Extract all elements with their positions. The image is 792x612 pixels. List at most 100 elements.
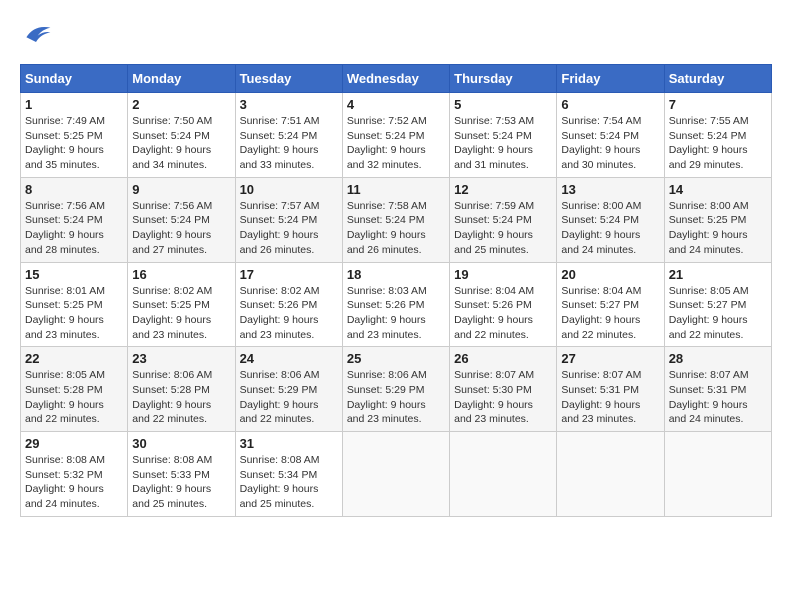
daylight-label: Daylight: 9 hours and 24 minutes. <box>561 229 640 256</box>
sunrise-label: Sunrise: 8:05 AM <box>669 285 749 297</box>
calendar-day-cell: 2 Sunrise: 7:50 AM Sunset: 5:24 PM Dayli… <box>128 93 235 178</box>
sunrise-label: Sunrise: 7:52 AM <box>347 115 427 127</box>
calendar-day-cell: 12 Sunrise: 7:59 AM Sunset: 5:24 PM Dayl… <box>450 177 557 262</box>
calendar-day-cell: 11 Sunrise: 7:58 AM Sunset: 5:24 PM Dayl… <box>342 177 449 262</box>
calendar-day-cell: 16 Sunrise: 8:02 AM Sunset: 5:25 PM Dayl… <box>128 262 235 347</box>
calendar-day-cell: 30 Sunrise: 8:08 AM Sunset: 5:33 PM Dayl… <box>128 432 235 517</box>
sunrise-label: Sunrise: 8:08 AM <box>132 454 212 466</box>
daylight-label: Daylight: 9 hours and 24 minutes. <box>25 483 104 510</box>
calendar-day-cell <box>664 432 771 517</box>
sunset-label: Sunset: 5:24 PM <box>561 214 639 226</box>
day-info: Sunrise: 8:06 AM Sunset: 5:29 PM Dayligh… <box>347 368 445 427</box>
day-info: Sunrise: 7:55 AM Sunset: 5:24 PM Dayligh… <box>669 114 767 173</box>
calendar-day-cell: 28 Sunrise: 8:07 AM Sunset: 5:31 PM Dayl… <box>664 347 771 432</box>
sunrise-label: Sunrise: 8:00 AM <box>561 200 641 212</box>
day-number: 31 <box>240 436 338 451</box>
sunset-label: Sunset: 5:33 PM <box>132 469 210 481</box>
sunrise-label: Sunrise: 8:06 AM <box>347 369 427 381</box>
daylight-label: Daylight: 9 hours and 23 minutes. <box>132 314 211 341</box>
day-info: Sunrise: 8:00 AM Sunset: 5:24 PM Dayligh… <box>561 199 659 258</box>
sunset-label: Sunset: 5:24 PM <box>347 214 425 226</box>
sunrise-label: Sunrise: 7:58 AM <box>347 200 427 212</box>
day-number: 26 <box>454 351 552 366</box>
calendar-day-cell: 1 Sunrise: 7:49 AM Sunset: 5:25 PM Dayli… <box>21 93 128 178</box>
day-info: Sunrise: 8:05 AM Sunset: 5:27 PM Dayligh… <box>669 284 767 343</box>
daylight-label: Daylight: 9 hours and 23 minutes. <box>561 399 640 426</box>
sunrise-label: Sunrise: 7:53 AM <box>454 115 534 127</box>
sunset-label: Sunset: 5:24 PM <box>132 130 210 142</box>
day-info: Sunrise: 7:56 AM Sunset: 5:24 PM Dayligh… <box>132 199 230 258</box>
calendar-day-cell: 10 Sunrise: 7:57 AM Sunset: 5:24 PM Dayl… <box>235 177 342 262</box>
day-number: 9 <box>132 182 230 197</box>
day-info: Sunrise: 8:03 AM Sunset: 5:26 PM Dayligh… <box>347 284 445 343</box>
sunset-label: Sunset: 5:26 PM <box>454 299 532 311</box>
weekday-header: Tuesday <box>235 65 342 93</box>
sunrise-label: Sunrise: 7:56 AM <box>25 200 105 212</box>
calendar-header-row: SundayMondayTuesdayWednesdayThursdayFrid… <box>21 65 772 93</box>
daylight-label: Daylight: 9 hours and 23 minutes. <box>240 314 319 341</box>
daylight-label: Daylight: 9 hours and 22 minutes. <box>240 399 319 426</box>
sunset-label: Sunset: 5:28 PM <box>25 384 103 396</box>
sunrise-label: Sunrise: 8:01 AM <box>25 285 105 297</box>
calendar-day-cell: 19 Sunrise: 8:04 AM Sunset: 5:26 PM Dayl… <box>450 262 557 347</box>
day-number: 10 <box>240 182 338 197</box>
day-info: Sunrise: 8:04 AM Sunset: 5:26 PM Dayligh… <box>454 284 552 343</box>
sunrise-label: Sunrise: 7:56 AM <box>132 200 212 212</box>
daylight-label: Daylight: 9 hours and 24 minutes. <box>669 229 748 256</box>
daylight-label: Daylight: 9 hours and 25 minutes. <box>132 483 211 510</box>
sunset-label: Sunset: 5:24 PM <box>454 214 532 226</box>
sunset-label: Sunset: 5:25 PM <box>25 130 103 142</box>
sunrise-label: Sunrise: 8:08 AM <box>25 454 105 466</box>
day-number: 16 <box>132 267 230 282</box>
day-number: 20 <box>561 267 659 282</box>
sunset-label: Sunset: 5:24 PM <box>240 214 318 226</box>
day-number: 1 <box>25 97 123 112</box>
day-info: Sunrise: 8:07 AM Sunset: 5:31 PM Dayligh… <box>561 368 659 427</box>
sunrise-label: Sunrise: 8:04 AM <box>561 285 641 297</box>
calendar-week-row: 1 Sunrise: 7:49 AM Sunset: 5:25 PM Dayli… <box>21 93 772 178</box>
weekday-header: Thursday <box>450 65 557 93</box>
day-info: Sunrise: 8:06 AM Sunset: 5:29 PM Dayligh… <box>240 368 338 427</box>
calendar-day-cell: 29 Sunrise: 8:08 AM Sunset: 5:32 PM Dayl… <box>21 432 128 517</box>
day-info: Sunrise: 7:54 AM Sunset: 5:24 PM Dayligh… <box>561 114 659 173</box>
sunrise-label: Sunrise: 8:08 AM <box>240 454 320 466</box>
calendar-day-cell: 14 Sunrise: 8:00 AM Sunset: 5:25 PM Dayl… <box>664 177 771 262</box>
sunrise-label: Sunrise: 7:54 AM <box>561 115 641 127</box>
day-info: Sunrise: 7:53 AM Sunset: 5:24 PM Dayligh… <box>454 114 552 173</box>
sunset-label: Sunset: 5:24 PM <box>240 130 318 142</box>
daylight-label: Daylight: 9 hours and 30 minutes. <box>561 144 640 171</box>
calendar-day-cell <box>557 432 664 517</box>
sunrise-label: Sunrise: 8:07 AM <box>454 369 534 381</box>
sunrise-label: Sunrise: 8:05 AM <box>25 369 105 381</box>
calendar-day-cell <box>450 432 557 517</box>
day-info: Sunrise: 8:02 AM Sunset: 5:25 PM Dayligh… <box>132 284 230 343</box>
calendar-day-cell: 23 Sunrise: 8:06 AM Sunset: 5:28 PM Dayl… <box>128 347 235 432</box>
sunrise-label: Sunrise: 7:59 AM <box>454 200 534 212</box>
sunrise-label: Sunrise: 7:55 AM <box>669 115 749 127</box>
calendar-day-cell: 5 Sunrise: 7:53 AM Sunset: 5:24 PM Dayli… <box>450 93 557 178</box>
day-info: Sunrise: 8:06 AM Sunset: 5:28 PM Dayligh… <box>132 368 230 427</box>
sunset-label: Sunset: 5:24 PM <box>454 130 532 142</box>
sunset-label: Sunset: 5:34 PM <box>240 469 318 481</box>
day-number: 6 <box>561 97 659 112</box>
sunset-label: Sunset: 5:25 PM <box>669 214 747 226</box>
day-number: 22 <box>25 351 123 366</box>
day-number: 27 <box>561 351 659 366</box>
day-info: Sunrise: 8:04 AM Sunset: 5:27 PM Dayligh… <box>561 284 659 343</box>
sunset-label: Sunset: 5:24 PM <box>132 214 210 226</box>
day-number: 7 <box>669 97 767 112</box>
day-info: Sunrise: 8:00 AM Sunset: 5:25 PM Dayligh… <box>669 199 767 258</box>
day-number: 19 <box>454 267 552 282</box>
calendar-day-cell: 22 Sunrise: 8:05 AM Sunset: 5:28 PM Dayl… <box>21 347 128 432</box>
calendar-day-cell: 13 Sunrise: 8:00 AM Sunset: 5:24 PM Dayl… <box>557 177 664 262</box>
day-number: 29 <box>25 436 123 451</box>
day-number: 11 <box>347 182 445 197</box>
calendar-day-cell: 21 Sunrise: 8:05 AM Sunset: 5:27 PM Dayl… <box>664 262 771 347</box>
day-info: Sunrise: 8:08 AM Sunset: 5:33 PM Dayligh… <box>132 453 230 512</box>
sunrise-label: Sunrise: 8:03 AM <box>347 285 427 297</box>
calendar-day-cell: 7 Sunrise: 7:55 AM Sunset: 5:24 PM Dayli… <box>664 93 771 178</box>
sunrise-label: Sunrise: 8:07 AM <box>669 369 749 381</box>
sunrise-label: Sunrise: 8:02 AM <box>240 285 320 297</box>
calendar-day-cell: 31 Sunrise: 8:08 AM Sunset: 5:34 PM Dayl… <box>235 432 342 517</box>
calendar-week-row: 8 Sunrise: 7:56 AM Sunset: 5:24 PM Dayli… <box>21 177 772 262</box>
